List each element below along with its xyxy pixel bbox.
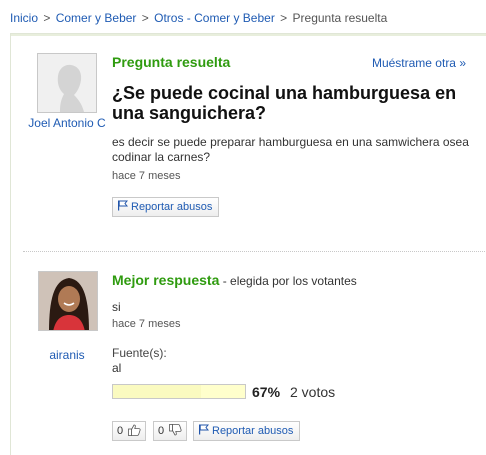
breadcrumb-link-otros[interactable]: Otros - Comer y Beber	[154, 11, 275, 25]
answerer-avatar[interactable]	[38, 271, 98, 331]
flag-icon	[199, 424, 209, 435]
vote-percentage: 67%	[252, 384, 281, 400]
answerer-name-link[interactable]: airanis	[25, 348, 109, 363]
report-abuse-label: Reportar abusos	[131, 201, 213, 213]
thumbs-down-count: 0	[158, 425, 165, 437]
breadcrumb: Inicio > Comer y Beber > Otros - Comer y…	[10, 11, 387, 25]
default-user-silhouette-icon	[38, 54, 96, 112]
breadcrumb-current: Pregunta resuelta	[292, 11, 388, 25]
flag-icon	[118, 200, 128, 211]
breadcrumb-separator: >	[141, 11, 149, 25]
show-another-link[interactable]: Muéstrame otra »	[372, 56, 466, 70]
resolved-question-heading: Pregunta resuelta	[112, 54, 231, 70]
vote-percentage-bar	[112, 384, 246, 399]
sources-label: Fuente(s):	[112, 346, 167, 360]
vote-percentage-fill	[113, 385, 202, 398]
report-abuse-label: Reportar abusos	[212, 425, 294, 437]
sources-value: al	[112, 361, 122, 375]
answer-text: si	[112, 300, 121, 314]
breadcrumb-separator: >	[280, 11, 288, 25]
answer-timestamp: hace 7 meses	[112, 318, 181, 330]
breadcrumb-separator: >	[43, 11, 51, 25]
vote-count: 2 votos	[290, 384, 336, 400]
best-answer-heading: Mejor respuesta - elegida por los votant…	[112, 272, 357, 288]
answer-report-abuse-button[interactable]: Reportar abusos	[193, 421, 301, 441]
asker-name-link[interactable]: Joel Antonio C	[25, 116, 109, 131]
asker-avatar[interactable]	[37, 53, 97, 113]
thumbs-up-button[interactable]: 0	[112, 421, 147, 441]
thumbs-down-button[interactable]: 0	[153, 421, 188, 441]
thumbs-up-icon	[128, 424, 141, 436]
thumbs-down-icon	[169, 424, 182, 436]
best-answer-note: - elegida por los votantes	[219, 274, 357, 288]
panel-top-border	[11, 34, 486, 36]
question-panel: Joel Antonio C Pregunta resuelta Muéstra…	[10, 33, 486, 455]
question-title: ¿Se puede cocinal una hamburguesa en una…	[112, 83, 457, 123]
section-divider	[23, 251, 485, 252]
question-timestamp: hace 7 meses	[112, 170, 181, 182]
report-abuse-button[interactable]: Reportar abusos	[112, 197, 220, 217]
thumbs-up-count: 0	[117, 425, 124, 437]
breadcrumb-link-inicio[interactable]: Inicio	[10, 11, 38, 25]
breadcrumb-link-comer-y-beber[interactable]: Comer y Beber	[56, 11, 137, 25]
answerer-photo	[39, 272, 97, 330]
best-answer-label: Mejor respuesta	[112, 272, 220, 288]
question-body: es decir se puede preparar hamburguesa e…	[112, 135, 469, 164]
